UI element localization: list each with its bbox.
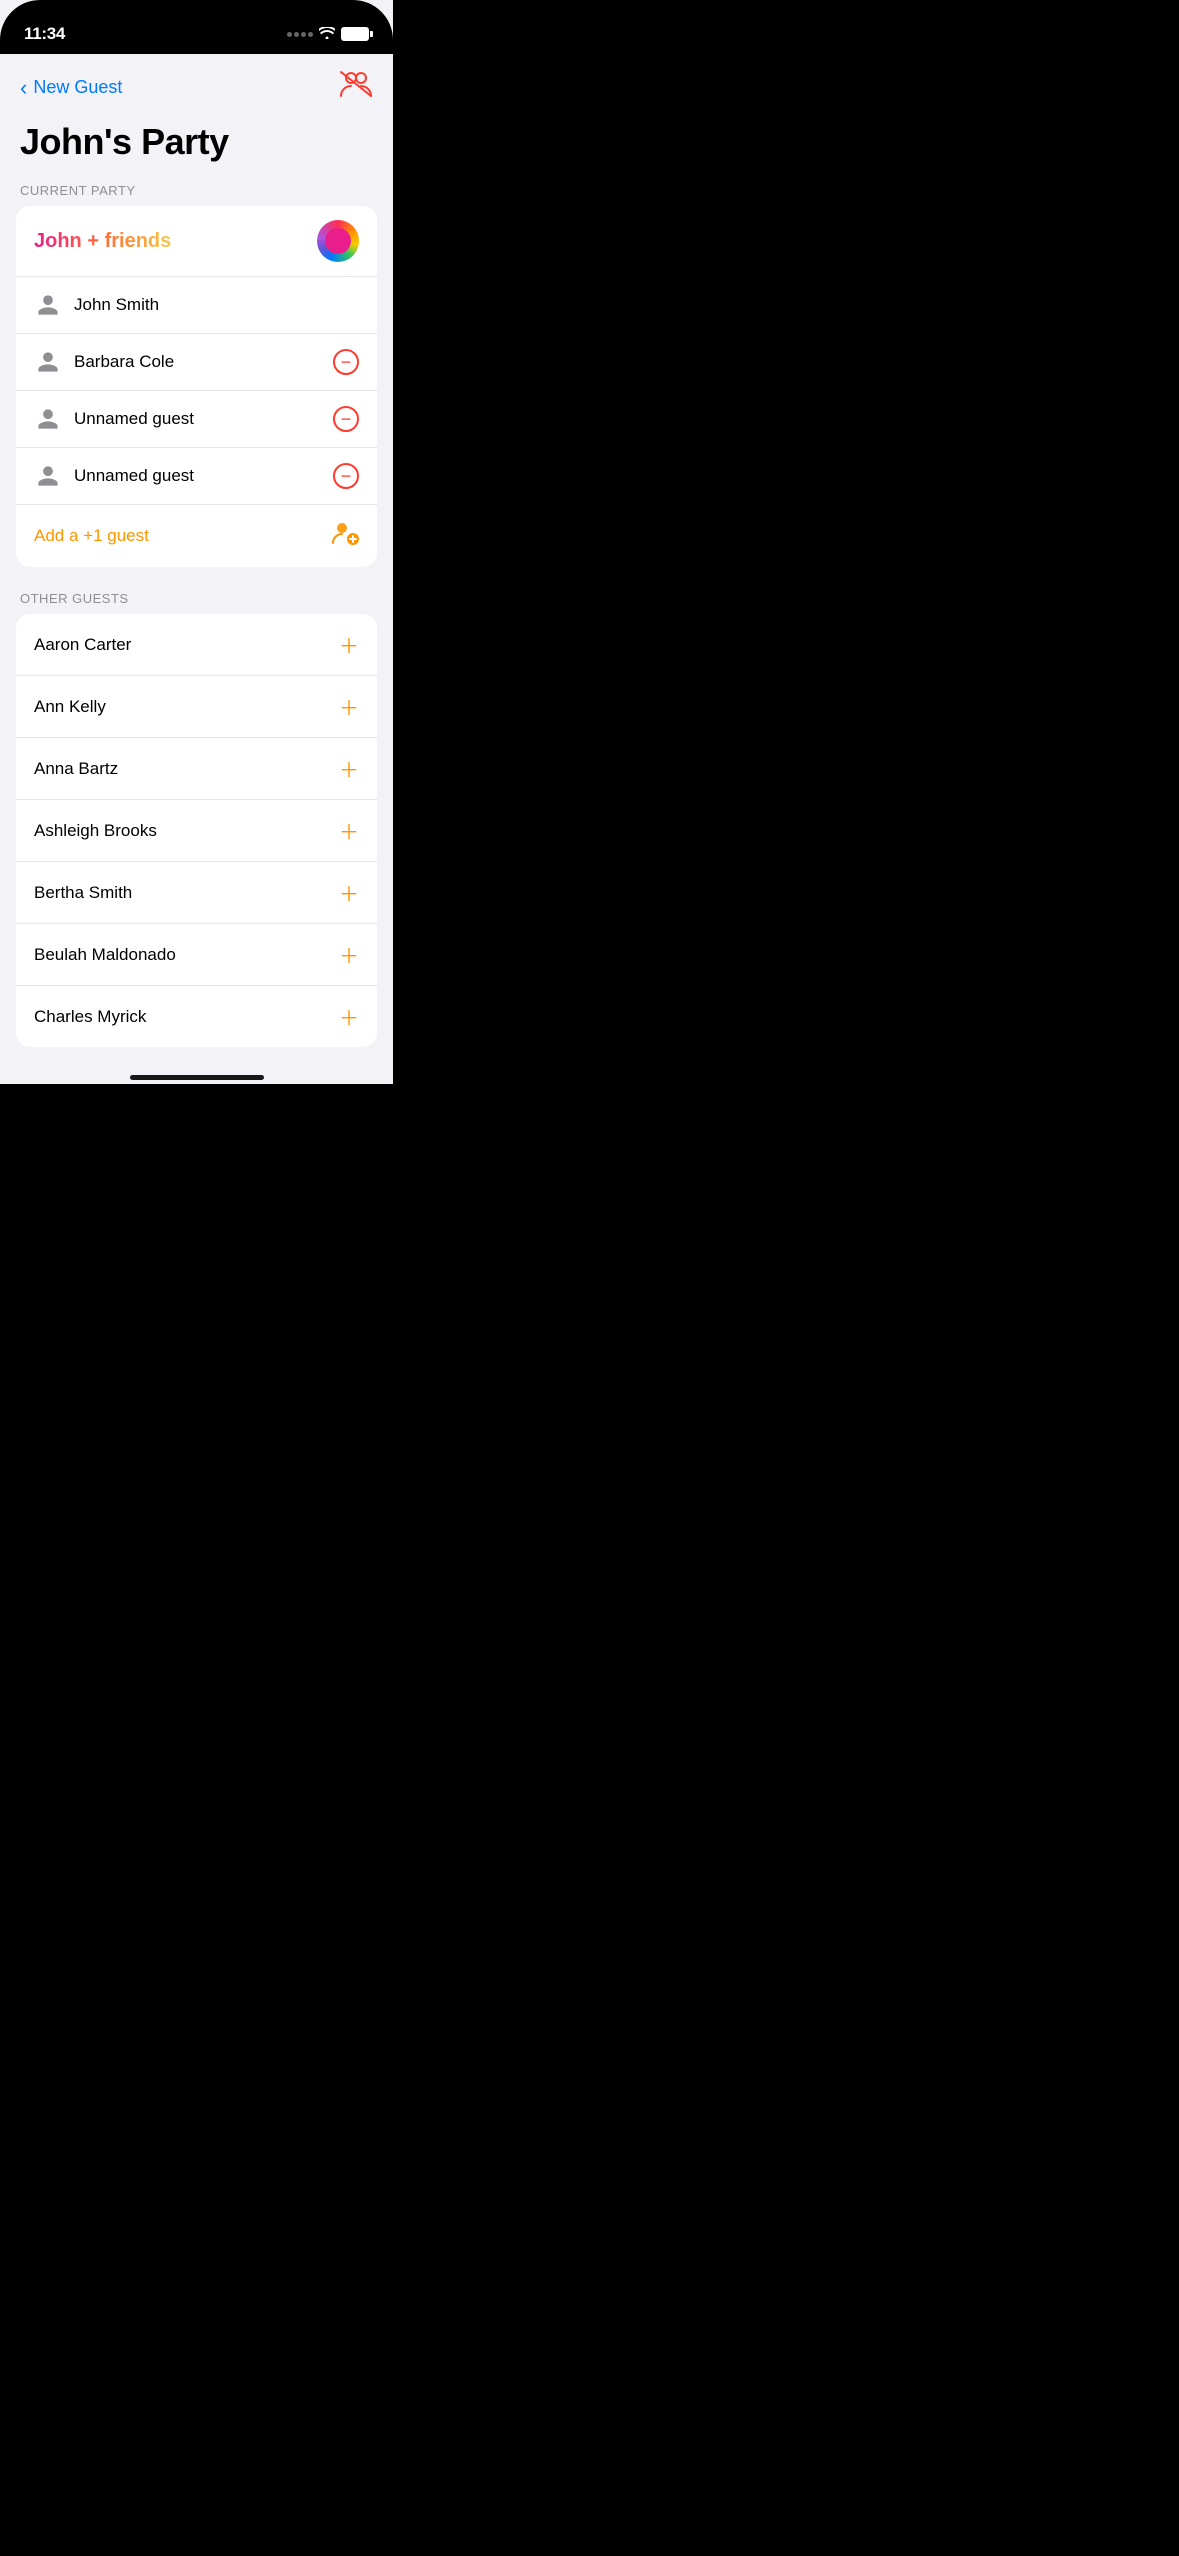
member-left: John Smith [34, 291, 159, 319]
current-party-card: John + friends John Smith [16, 206, 377, 567]
status-bar: 11:34 [0, 0, 393, 54]
remove-button[interactable]: − [333, 406, 359, 432]
guest-name: Charles Myrick [34, 1007, 146, 1027]
person-icon [34, 462, 62, 490]
guest-name: Beulah Maldonado [34, 945, 176, 965]
no-guests-icon[interactable] [339, 70, 373, 105]
wifi-icon [319, 26, 335, 42]
battery-icon [341, 27, 369, 41]
member-row[interactable]: Unnamed guest − [16, 448, 377, 505]
member-name: John Smith [74, 295, 159, 315]
guest-name: Aaron Carter [34, 635, 131, 655]
add-guest-label: Add a +1 guest [34, 526, 149, 546]
home-indicator [0, 1067, 393, 1084]
guest-row[interactable]: Ann Kelly ＋ [16, 676, 377, 738]
party-header-row[interactable]: John + friends [16, 206, 377, 277]
guest-row[interactable]: Charles Myrick ＋ [16, 986, 377, 1047]
home-bar [130, 1075, 264, 1080]
member-row[interactable]: Unnamed guest − [16, 391, 377, 448]
add-guest-row[interactable]: Add a +1 guest [16, 505, 377, 567]
add-icon[interactable]: ＋ [339, 816, 359, 845]
other-guests-card: Aaron Carter ＋ Ann Kelly ＋ Anna Bartz ＋ … [16, 614, 377, 1047]
member-left: Unnamed guest [34, 462, 194, 490]
member-left: Barbara Cole [34, 348, 174, 376]
member-left: Unnamed guest [34, 405, 194, 433]
guest-row[interactable]: Anna Bartz ＋ [16, 738, 377, 800]
person-icon [34, 405, 62, 433]
add-person-icon [331, 519, 359, 553]
person-icon [34, 291, 62, 319]
guest-name: Ashleigh Brooks [34, 821, 157, 841]
guest-row[interactable]: Beulah Maldonado ＋ [16, 924, 377, 986]
member-row[interactable]: John Smith [16, 277, 377, 334]
add-icon[interactable]: ＋ [339, 630, 359, 659]
current-party-label: CURRENT PARTY [0, 183, 393, 206]
guest-name: Anna Bartz [34, 759, 118, 779]
page-title: John's Party [0, 113, 393, 183]
back-button[interactable]: ‹ New Guest [20, 75, 122, 101]
party-color-inner [325, 228, 351, 254]
guest-name: Ann Kelly [34, 697, 106, 717]
party-color-ring [317, 220, 359, 262]
chevron-left-icon: ‹ [20, 75, 27, 101]
member-name: Unnamed guest [74, 466, 194, 486]
remove-button[interactable]: − [333, 349, 359, 375]
other-guests-label: OTHER GUESTS [0, 591, 393, 614]
party-name: John + friends [34, 230, 171, 253]
status-time: 11:34 [24, 24, 65, 44]
guest-row[interactable]: Bertha Smith ＋ [16, 862, 377, 924]
add-icon[interactable]: ＋ [339, 754, 359, 783]
navigation-bar: ‹ New Guest [0, 54, 393, 113]
back-label: New Guest [33, 77, 122, 98]
signal-icon [287, 32, 313, 37]
add-icon[interactable]: ＋ [339, 940, 359, 969]
add-icon[interactable]: ＋ [339, 692, 359, 721]
guest-row[interactable]: Ashleigh Brooks ＋ [16, 800, 377, 862]
member-name: Barbara Cole [74, 352, 174, 372]
person-icon [34, 348, 62, 376]
add-icon[interactable]: ＋ [339, 1002, 359, 1031]
member-row[interactable]: Barbara Cole − [16, 334, 377, 391]
remove-button[interactable]: − [333, 463, 359, 489]
add-icon[interactable]: ＋ [339, 878, 359, 907]
status-icons [287, 26, 369, 42]
guest-row[interactable]: Aaron Carter ＋ [16, 614, 377, 676]
member-name: Unnamed guest [74, 409, 194, 429]
guest-name: Bertha Smith [34, 883, 132, 903]
